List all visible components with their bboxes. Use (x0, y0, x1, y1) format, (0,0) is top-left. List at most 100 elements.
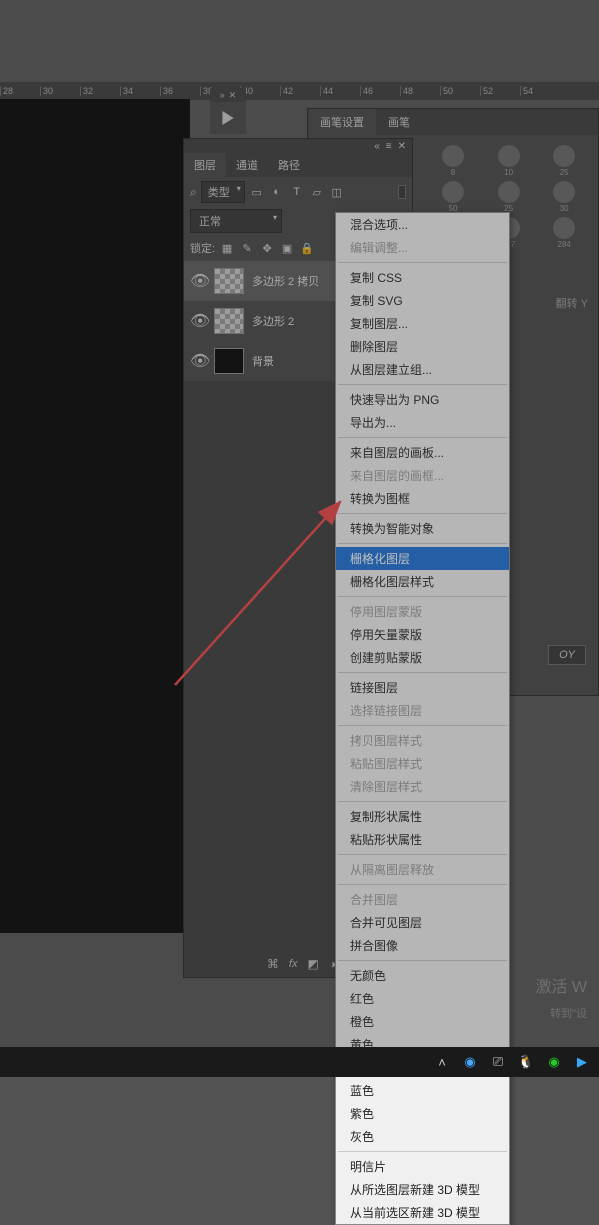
menu-item[interactable]: 来自图层的画板... (336, 441, 509, 464)
brush-thumb-icon (442, 145, 464, 167)
mask-icon[interactable]: ◩ (307, 957, 318, 971)
brush-preset[interactable]: 50 (427, 181, 479, 213)
menu-item: 选择链接图层 (336, 699, 509, 722)
brush-preset[interactable]: 8 (427, 145, 479, 177)
menu-item[interactable]: 从当前选区新建 3D 模型 (336, 1201, 509, 1224)
menu-item[interactable]: 复制 SVG (336, 289, 509, 312)
menu-item[interactable]: 拼合图像 (336, 934, 509, 957)
tray-wechat-icon[interactable]: ◉ (545, 1053, 563, 1071)
brush-size-label: 25 (560, 168, 569, 177)
menu-item[interactable]: 明信片 (336, 1155, 509, 1178)
lock-all-icon[interactable]: 🔒 (299, 240, 315, 256)
menu-item[interactable]: 转换为智能对象 (336, 517, 509, 540)
canvas[interactable] (0, 99, 190, 933)
fx-icon[interactable]: fx (289, 958, 298, 970)
menu-item[interactable]: 转换为图框 (336, 487, 509, 510)
menu-item[interactable]: 合并可见图层 (336, 911, 509, 934)
menu-item[interactable]: 灰色 (336, 1125, 509, 1148)
menu-item[interactable]: 紫色 (336, 1102, 509, 1125)
ruler-mark: 50 (440, 86, 480, 96)
layer-thumbnail[interactable] (214, 308, 244, 334)
menu-item[interactable]: 从图层建立组... (336, 358, 509, 381)
layer-name[interactable]: 多边形 2 (252, 313, 294, 329)
menu-item[interactable]: 创建剪贴蒙版 (336, 646, 509, 669)
menu-item: 拷贝图层样式 (336, 729, 509, 752)
menu-item[interactable]: 复制图层... (336, 312, 509, 335)
ruler-mark: 40 (240, 86, 280, 96)
brush-preset[interactable]: 25 (483, 181, 535, 213)
brush-size-label: 284 (558, 240, 571, 249)
brush-preset[interactable]: 30 (538, 181, 590, 213)
layer-name[interactable]: 多边形 2 拷贝 (252, 273, 319, 289)
ok-button[interactable]: OY (548, 645, 586, 665)
brush-thumb-icon (498, 145, 520, 167)
ruler-mark: 28 (0, 86, 40, 96)
activate-windows-text: 激活 W (535, 973, 587, 997)
brush-preset[interactable]: 10 (483, 145, 535, 177)
brush-preset[interactable]: 284 (538, 217, 590, 249)
menu-item[interactable]: 停用矢量蒙版 (336, 623, 509, 646)
menu-item[interactable]: 粘贴形状属性 (336, 828, 509, 851)
menu-item[interactable]: 链接图层 (336, 676, 509, 699)
play-icon[interactable] (210, 102, 246, 134)
tab-brush-settings[interactable]: 画笔设置 (308, 109, 376, 135)
panel-menu-icon[interactable]: ≡ (386, 141, 392, 152)
lock-brush-icon[interactable]: ✎ (239, 240, 255, 256)
lock-artboard-icon[interactable]: ▣ (279, 240, 295, 256)
tray-display-icon[interactable]: ⎚ (489, 1053, 507, 1071)
lock-move-icon[interactable]: ✥ (259, 240, 275, 256)
menu-item[interactable]: 快速导出为 PNG (336, 388, 509, 411)
ruler-mark: 52 (480, 86, 520, 96)
filter-adjust-icon[interactable]: ◐ (269, 184, 285, 200)
layer-name[interactable]: 背景 (252, 353, 274, 369)
menu-item[interactable]: 橙色 (336, 1010, 509, 1033)
menu-item[interactable]: 红色 (336, 987, 509, 1010)
blend-mode-dropdown[interactable]: 正常 (190, 209, 282, 233)
visibility-icon[interactable]: 👁 (190, 271, 206, 291)
menu-item[interactable]: 无颜色 (336, 964, 509, 987)
tray-up-icon[interactable]: ˄ (433, 1053, 451, 1071)
visibility-icon[interactable]: 👁 (190, 311, 206, 331)
panel-close-icon[interactable]: ✕ (398, 141, 406, 152)
tab-channels[interactable]: 通道 (226, 153, 268, 177)
menu-item[interactable]: 栅格化图层 (336, 547, 509, 570)
panel-tab-close[interactable]: »✕ (210, 88, 246, 102)
brush-preset[interactable]: 25 (538, 145, 590, 177)
filter-type-icon[interactable]: T (289, 184, 305, 200)
menu-item[interactable]: 混合选项... (336, 213, 509, 236)
tray-arrow-icon[interactable]: ▶ (573, 1053, 591, 1071)
activate-windows-sub: 转到"设 (550, 1005, 587, 1021)
tab-layers[interactable]: 图层 (184, 153, 226, 177)
tab-brushes[interactable]: 画笔 (376, 109, 422, 135)
lock-transparent-icon[interactable]: ▦ (219, 240, 235, 256)
filter-image-icon[interactable]: ▭ (249, 184, 265, 200)
menu-item[interactable]: 栅格化图层样式 (336, 570, 509, 593)
tray-app-icon[interactable]: ◉ (461, 1053, 479, 1071)
brush-thumb-icon (553, 217, 575, 239)
visibility-icon[interactable]: 👁 (190, 351, 206, 371)
tab-paths[interactable]: 路径 (268, 153, 310, 177)
ruler-mark: 42 (280, 86, 320, 96)
menu-item[interactable]: 复制 CSS (336, 266, 509, 289)
layer-kind-dropdown[interactable]: 类型 (201, 181, 245, 203)
filter-shape-icon[interactable]: ▱ (309, 184, 325, 200)
ruler-mark: 44 (320, 86, 360, 96)
ruler-mark: 36 (160, 86, 200, 96)
menu-item[interactable]: 蓝色 (336, 1079, 509, 1102)
brush-thumb-icon (553, 181, 575, 203)
menu-item[interactable]: 删除图层 (336, 335, 509, 358)
panel-collapse-icon[interactable]: « (374, 141, 380, 152)
menu-item[interactable]: 导出为... (336, 411, 509, 434)
ruler-mark: 46 (360, 86, 400, 96)
layer-thumbnail[interactable] (214, 268, 244, 294)
brush-size-label: 10 (504, 168, 513, 177)
filter-smart-icon[interactable]: ◫ (329, 184, 345, 200)
layer-thumbnail[interactable] (214, 348, 244, 374)
filter-toggle[interactable] (398, 185, 406, 199)
menu-item[interactable]: 从所选图层新建 3D 模型 (336, 1178, 509, 1201)
link-icon[interactable]: ⌘ (267, 957, 279, 971)
taskbar: ˄ ◉ ⎚ 🐧 ◉ ▶ (0, 1047, 599, 1077)
menu-item[interactable]: 复制形状属性 (336, 805, 509, 828)
search-icon[interactable]: ⌕ (190, 185, 197, 200)
tray-qq-icon[interactable]: 🐧 (517, 1053, 535, 1071)
